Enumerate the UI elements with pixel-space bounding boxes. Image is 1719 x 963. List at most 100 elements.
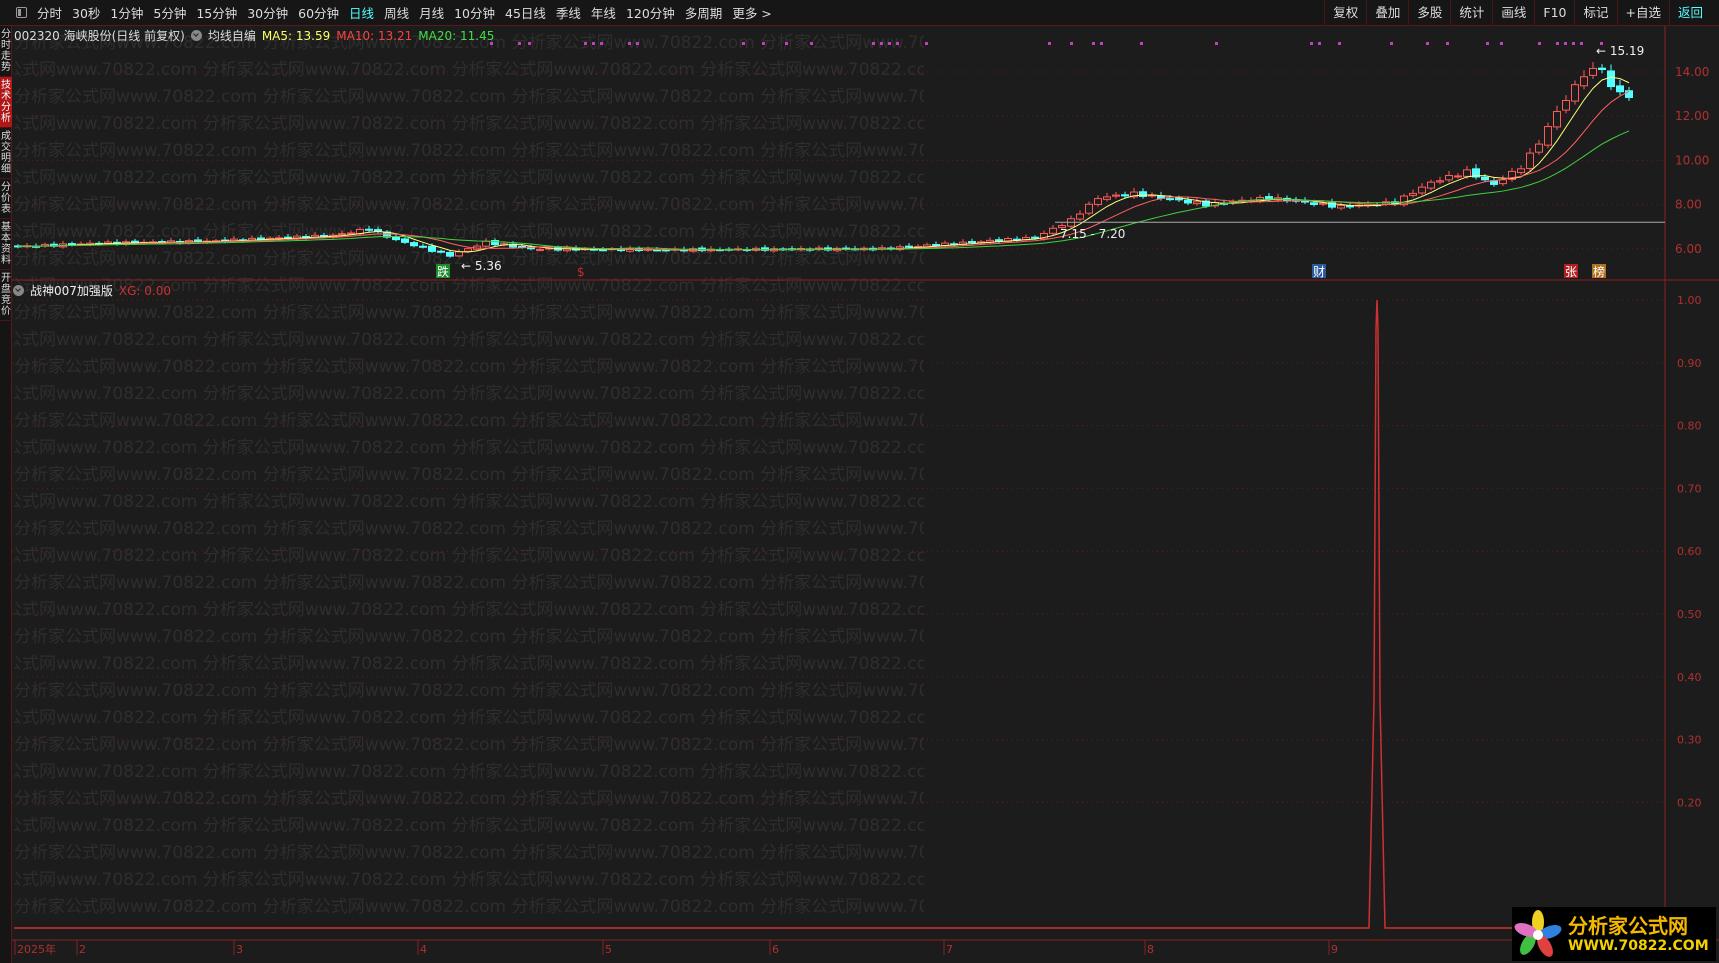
period-tab[interactable]: 日线 xyxy=(344,3,379,22)
candle xyxy=(1544,126,1552,146)
candle xyxy=(878,247,886,250)
candle xyxy=(545,247,553,250)
period-tab[interactable]: 15分钟 xyxy=(191,3,242,22)
toolbar-button[interactable]: 多股 xyxy=(1408,0,1450,26)
toolbar-button[interactable]: +自选 xyxy=(1616,0,1669,26)
marker-badge xyxy=(1564,264,1578,278)
toolbar-button[interactable]: 画线 xyxy=(1492,0,1534,26)
period-tab[interactable]: 10分钟 xyxy=(449,3,500,22)
candle xyxy=(752,247,760,251)
candle xyxy=(500,243,508,246)
candle xyxy=(1553,111,1561,128)
dropdown-icon[interactable] xyxy=(13,285,24,296)
period-tab[interactable]: 周线 xyxy=(379,3,414,22)
candle xyxy=(1517,168,1525,173)
period-tab[interactable]: 5分钟 xyxy=(148,3,191,22)
marker-badge xyxy=(576,264,590,278)
candle xyxy=(239,239,247,242)
dropdown-icon[interactable] xyxy=(190,30,202,41)
candle xyxy=(41,243,49,247)
period-tab[interactable]: 1分钟 xyxy=(105,3,148,22)
candle xyxy=(1040,232,1048,240)
candle xyxy=(1526,152,1534,169)
indicator-name[interactable]: 均线自编 xyxy=(208,27,256,44)
indicator-tick: 0.20 xyxy=(1677,796,1702,809)
candle xyxy=(230,238,238,242)
toolbar-button[interactable]: 标记 xyxy=(1574,0,1616,26)
candle xyxy=(1328,202,1336,208)
candle xyxy=(401,238,409,243)
signal-dot xyxy=(600,42,603,45)
candle xyxy=(95,242,103,245)
window-toggle-icon[interactable] xyxy=(16,7,27,18)
watermark-row: 分析家公式网www.70822.com 分析家公式网www.70822.com … xyxy=(14,114,924,134)
candle xyxy=(1139,191,1147,197)
candle xyxy=(32,245,40,248)
period-tab[interactable]: 更多 > xyxy=(727,3,776,22)
candle xyxy=(320,234,328,238)
signal-dot xyxy=(810,42,813,45)
candle xyxy=(1355,204,1363,207)
signal-dot xyxy=(584,42,587,45)
signal-dot xyxy=(1338,42,1341,45)
sidebar-tab[interactable]: 技术分析 xyxy=(0,77,12,128)
candle xyxy=(1418,186,1426,194)
period-tab[interactable]: 45日线 xyxy=(500,3,551,22)
time-label: 5 xyxy=(605,943,612,956)
sidebar-tab[interactable]: 基本资料 xyxy=(0,219,12,270)
watermark-row: 分析家公式网www.70822.com 分析家公式网www.70822.com … xyxy=(14,249,924,269)
candle xyxy=(1148,194,1156,197)
toolbar-button[interactable]: 返回 xyxy=(1668,0,1711,26)
period-tab[interactable]: 多周期 xyxy=(680,3,728,22)
signal-dot xyxy=(1070,42,1073,45)
candle xyxy=(671,248,679,251)
toolbar-button[interactable]: 叠加 xyxy=(1366,0,1408,26)
period-tab[interactable]: 年线 xyxy=(586,3,621,22)
candle xyxy=(1157,195,1165,199)
watermark-row: 分析家公式网www.70822.com 分析家公式网www.70822.com … xyxy=(14,141,924,161)
period-tab[interactable]: 分时 xyxy=(32,3,67,22)
candle xyxy=(1409,192,1417,196)
candle xyxy=(104,241,112,244)
toolbar-button[interactable]: 复权 xyxy=(1324,0,1366,26)
watermark-row: 分析家公式网www.70822.com 分析家公式网www.70822.com … xyxy=(14,195,924,215)
toolbar-button[interactable]: F10 xyxy=(1534,0,1574,26)
sidebar-tab[interactable]: 开盘竞价 xyxy=(0,270,12,321)
candle xyxy=(986,239,994,243)
marker-text: 张 xyxy=(1565,265,1577,279)
toolbar-button[interactable]: 统计 xyxy=(1450,0,1492,26)
period-tab[interactable]: 季线 xyxy=(551,3,586,22)
candle xyxy=(716,249,724,252)
time-label: 6 xyxy=(772,943,779,956)
candle xyxy=(779,248,787,251)
candle xyxy=(374,229,382,232)
candle xyxy=(851,248,859,251)
time-label: 3 xyxy=(236,943,243,956)
signal-dot xyxy=(628,42,631,45)
sidebar-tab[interactable]: 成交明细 xyxy=(0,128,12,179)
indicator-panel-name[interactable]: 战神007加强版 xyxy=(30,282,113,299)
period-tab[interactable]: 60分钟 xyxy=(293,3,344,22)
candle xyxy=(1481,176,1489,181)
candle xyxy=(554,247,562,251)
candle xyxy=(1013,238,1021,241)
sidebar-tab[interactable]: 分时走势 xyxy=(0,26,12,77)
watermark: 分析家公式网www.70822.com 分析家公式网www.70822.com … xyxy=(14,30,924,930)
indicator-tick: 0.50 xyxy=(1677,608,1702,621)
period-tab[interactable]: 30秒 xyxy=(67,3,105,22)
signal-dot xyxy=(1446,42,1449,45)
candle xyxy=(1175,197,1183,201)
candle xyxy=(455,251,463,257)
candle xyxy=(194,239,202,243)
candle xyxy=(140,241,148,244)
candle xyxy=(1220,202,1228,205)
xg-signal-line xyxy=(14,299,1665,929)
period-tab[interactable]: 月线 xyxy=(414,3,449,22)
indicator-tick: 1.00 xyxy=(1677,294,1702,307)
price-tick: 8.00 xyxy=(1675,198,1702,212)
sidebar-tab[interactable]: 分价表 xyxy=(0,179,12,219)
period-tab[interactable]: 120分钟 xyxy=(621,3,680,22)
indicator-tick: 0.30 xyxy=(1677,734,1702,747)
period-tab[interactable]: 30分钟 xyxy=(242,3,293,22)
price-panel-title: 002320 海峡股份(日线 前复权) 均线自编 MA5: 13.59 MA10… xyxy=(14,27,494,44)
